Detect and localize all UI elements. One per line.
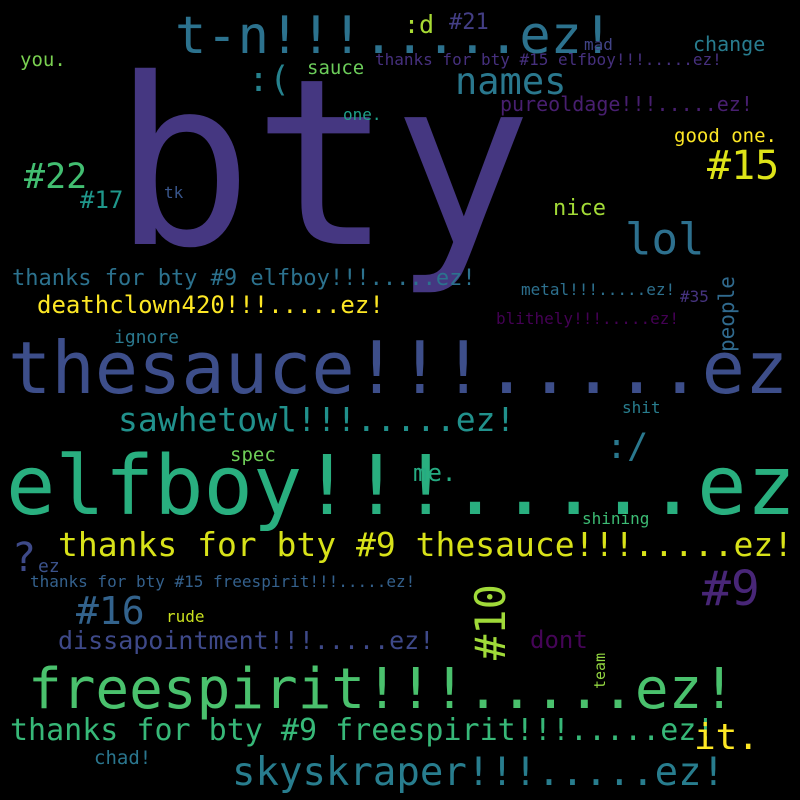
word-17: #17 (80, 186, 124, 214)
word-team: team (591, 652, 609, 689)
word-thanks-bty-9-freespirit: thanks for bty #9 freespirit!!!.....ez! (10, 713, 715, 748)
word-15: #15 (707, 143, 780, 189)
word-freespirit: freespirit!!!.....ez! (28, 657, 737, 722)
word-sauce: sauce (307, 57, 365, 79)
word-blithely: blithely!!!.....ez! (496, 309, 680, 328)
word-deathclown420: deathclown420!!!.....ez! (37, 291, 384, 319)
word-thanks-bty-9-elfboy: thanks for bty #9 elfboy!!!.....ez! (12, 266, 476, 291)
word-16: #16 (76, 589, 145, 633)
word-dissapointment: dissapointment!!!.....ez! (58, 626, 435, 655)
word-chad: chad! (94, 747, 152, 769)
word-sad-face: :( (248, 60, 291, 100)
word-skyskraper: skyskraper!!!.....ez! (232, 750, 726, 795)
word-sawhetowl: sawhetowl!!!.....ez! (118, 400, 516, 439)
word-it: it. (694, 717, 760, 758)
word-tk: tk (164, 183, 184, 202)
word-you: you. (20, 49, 66, 71)
word-dont: dont (530, 626, 588, 654)
word-thanks-bty-15-elfboy: thanks for bty #15 elfboy!!!.....ez! (375, 50, 722, 69)
word-spec: spec (230, 444, 276, 466)
word-me: me. (413, 459, 457, 487)
word-lol: lol (625, 214, 705, 265)
word-d-face: :d (404, 10, 435, 39)
word-35: #35 (680, 287, 709, 306)
word-people: people (715, 276, 739, 352)
word-shit: shit (622, 398, 661, 417)
word-metal: metal!!!.....ez! (521, 280, 676, 299)
word-pureoldage: pureoldage!!!.....ez! (500, 92, 753, 116)
word-22: #22 (24, 157, 88, 197)
word-nice: nice (553, 196, 606, 221)
word-10: #10 (466, 584, 515, 660)
word-9: #9 (702, 561, 760, 617)
word-cloud: bty thesauce!!!.....ez! elfboy!!!.....ez… (0, 0, 800, 800)
word-one: one. (343, 105, 382, 124)
word-slash-face: :/ (606, 427, 649, 467)
word-thanks-bty-15-freespirit: thanks for bty #15 freespirit!!!.....ez! (30, 572, 416, 591)
word-ignore: ignore (114, 327, 180, 348)
word-21: #21 (449, 10, 489, 35)
word-shining: shining (582, 509, 650, 528)
word-elfboy: elfboy!!!.....ez! (6, 439, 800, 534)
word-good-one: good one. (674, 125, 777, 147)
word-thanks-bty-9-thesauce: thanks for bty #9 thesauce!!!.....ez! (58, 525, 794, 564)
word-rude: rude (166, 607, 205, 626)
